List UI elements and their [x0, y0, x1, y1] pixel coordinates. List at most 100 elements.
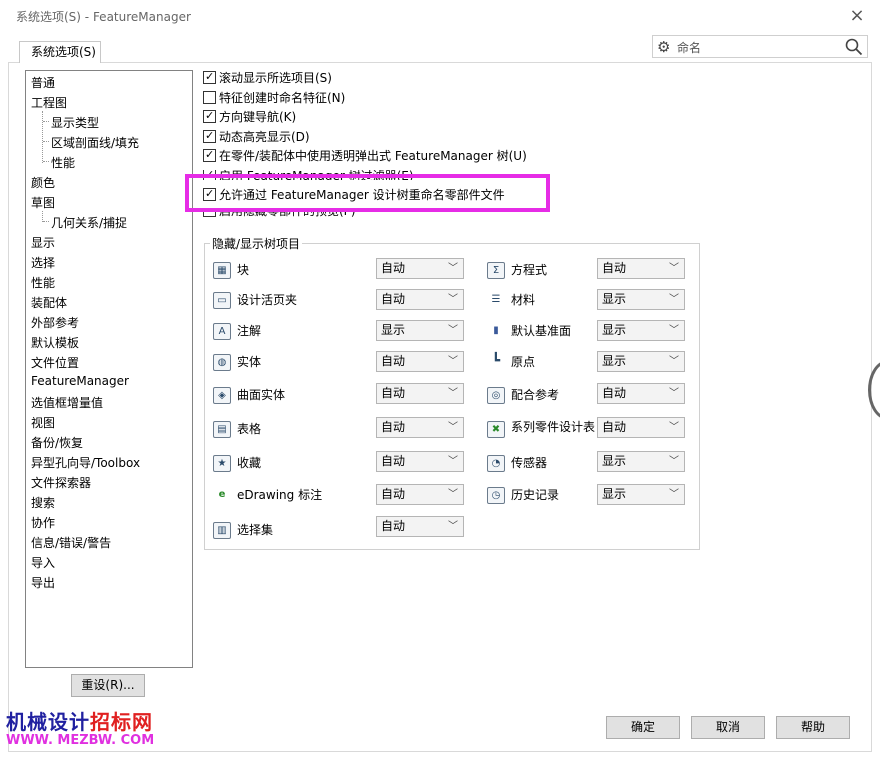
tree-item-file-locations[interactable]: 文件位置 — [31, 354, 79, 371]
tree-item-colors[interactable]: 颜色 — [31, 174, 55, 191]
chevron-down-icon: ﹀ — [669, 294, 679, 305]
search-input[interactable]: ⚙ 命名 — [652, 35, 868, 58]
blocks-select[interactable]: 自动 ﹀ — [376, 258, 464, 279]
tree-connector — [43, 161, 49, 162]
surface-bodies-select[interactable]: 自动 ﹀ — [376, 383, 464, 404]
tree-item-relations-snaps[interactable]: 几何关系/捕捉 — [51, 214, 127, 231]
watermark-line1: 机械设计招标网 — [6, 710, 153, 734]
chevron-down-icon: ﹀ — [669, 456, 679, 467]
chevron-down-icon: ﹀ — [669, 422, 679, 433]
ok-button[interactable]: 确定 — [606, 716, 680, 739]
selection-set-icon: ▥ — [213, 522, 231, 539]
chevron-down-icon: ﹀ — [448, 489, 458, 500]
favorites-select[interactable]: 自动 ﹀ — [376, 451, 464, 472]
chevron-down-icon: ﹀ — [448, 294, 458, 305]
annotations-select[interactable]: 显示 ﹀ — [376, 320, 464, 341]
reset-button[interactable]: 重设(R)... — [71, 674, 145, 697]
tables-select[interactable]: 自动 ﹀ — [376, 417, 464, 438]
checkbox[interactable] — [203, 147, 216, 163]
favorites-icon: ★ — [213, 455, 231, 472]
tree-item-drawings[interactable]: 工程图 — [31, 94, 67, 111]
surface-body-icon: ◈ — [213, 387, 231, 404]
material-select[interactable]: 显示 ﹀ — [597, 289, 685, 310]
tree-item-assemblies[interactable]: 装配体 — [31, 294, 67, 311]
chevron-down-icon: ﹀ — [669, 489, 679, 500]
tree-connector — [43, 121, 49, 122]
tree-item-default-templates[interactable]: 默认模板 — [31, 334, 79, 351]
vis-item-design-table: ✖ 系列零件设计表 — [487, 419, 597, 439]
tree-item-import[interactable]: 导入 — [31, 554, 55, 571]
plane-icon: ▮ — [493, 325, 499, 336]
tree-item-area-hatch[interactable]: 区域剖面线/填充 — [51, 134, 139, 151]
tree-item-file-explorer[interactable]: 文件探索器 — [31, 474, 91, 491]
tree-connector — [43, 221, 49, 222]
default-planes-select[interactable]: 显示 ﹀ — [597, 320, 685, 341]
tree-item-drawing-performance[interactable]: 性能 — [51, 154, 75, 171]
chevron-down-icon: ﹀ — [669, 325, 679, 336]
cancel-button[interactable]: 取消 — [691, 716, 765, 739]
highlight-box — [185, 174, 550, 212]
checkbox[interactable] — [203, 91, 216, 104]
design-binder-select[interactable]: 自动 ﹀ — [376, 289, 464, 310]
chevron-down-icon: ﹀ — [448, 263, 458, 274]
history-select[interactable]: 显示 ﹀ — [597, 484, 685, 505]
close-icon[interactable]: × — [840, 2, 874, 30]
tab-system-options[interactable]: 系统选项(S) — [19, 41, 101, 63]
chevron-down-icon: ﹀ — [448, 388, 458, 399]
solid-body-icon: ◍ — [213, 354, 231, 371]
binder-icon: ▭ — [213, 292, 231, 309]
equation-icon: Σ — [487, 262, 505, 279]
chevron-down-icon: ﹀ — [448, 356, 458, 367]
chevron-down-icon: ﹀ — [669, 356, 679, 367]
selection-sets-select[interactable]: 自动 ﹀ — [376, 516, 464, 537]
table-icon: ▤ — [213, 421, 231, 438]
tree-item-featuremanager[interactable]: FeatureManager — [31, 374, 129, 388]
tree-item-sketch[interactable]: 草图 — [31, 194, 55, 211]
mate-reference-icon: ◎ — [487, 387, 505, 404]
tree-item-collaboration[interactable]: 协作 — [31, 514, 55, 531]
checkbox[interactable] — [203, 69, 216, 85]
title-bar: 系统选项(S) - FeatureManager × — [0, 0, 880, 32]
equations-select[interactable]: 自动 ﹀ — [597, 258, 685, 279]
tree-item-performance[interactable]: 性能 — [31, 274, 55, 291]
origin-select[interactable]: 显示 ﹀ — [597, 351, 685, 372]
tree-item-hole-wizard[interactable]: 异型孔向导/Toolbox — [31, 454, 140, 471]
chevron-down-icon: ﹀ — [448, 325, 458, 336]
tree-item-messages[interactable]: 信息/错误/警告 — [31, 534, 111, 551]
tree-item-view[interactable]: 视图 — [31, 414, 55, 431]
chevron-down-icon: ﹀ — [669, 388, 679, 399]
tree-item-display[interactable]: 显示 — [31, 234, 55, 251]
tree-item-spin-box[interactable]: 选值框增量值 — [31, 394, 103, 411]
tree-item-export[interactable]: 导出 — [31, 574, 55, 591]
solid-bodies-select[interactable]: 自动 ﹀ — [376, 351, 464, 372]
checkbox[interactable] — [203, 128, 216, 144]
tree-item-selection[interactable]: 选择 — [31, 254, 55, 271]
block-icon: ▦ — [213, 262, 231, 279]
origin-icon: ┗ — [491, 353, 501, 369]
option-dynamic-highlight[interactable]: 动态高亮显示(D) — [203, 128, 310, 146]
watermark-line2: WWW. MEZBW. COM — [6, 733, 155, 748]
option-transparent-flyout[interactable]: 在零件/装配体中使用透明弹出式 FeatureManager 树(U) — [203, 147, 527, 165]
tree-item-search[interactable]: 搜索 — [31, 494, 55, 511]
option-arrow-key-navigation[interactable]: 方向键导航(K) — [203, 108, 296, 126]
tree-item-backup[interactable]: 备份/恢复 — [31, 434, 83, 451]
chevron-down-icon: ﹀ — [448, 422, 458, 433]
tree-item-general[interactable]: 普通 — [31, 74, 55, 91]
checkbox[interactable] — [203, 108, 216, 124]
tree-item-display-style[interactable]: 显示类型 — [51, 114, 99, 131]
help-button[interactable]: 帮助 — [776, 716, 850, 739]
design-table-select[interactable]: 自动 ﹀ — [597, 417, 685, 438]
option-name-feature[interactable]: 特征创建时命名特征(N) — [203, 90, 345, 107]
edrawing-select[interactable]: 自动 ﹀ — [376, 484, 464, 505]
mate-references-select[interactable]: 自动 ﹀ — [597, 383, 685, 404]
tree-item-external-references[interactable]: 外部参考 — [31, 314, 79, 331]
tree-connector — [42, 111, 43, 163]
hide-show-group-title: 隐藏/显示树项目 — [210, 235, 303, 252]
tree-connector — [43, 141, 49, 142]
chevron-down-icon: ﹀ — [669, 263, 679, 274]
option-scroll-selected[interactable]: 滚动显示所选项目(S) — [203, 69, 332, 87]
gear-icon[interactable]: ⚙ — [657, 37, 670, 57]
sensors-select[interactable]: 显示 ﹀ — [597, 451, 685, 472]
search-icon[interactable] — [845, 38, 863, 56]
window-title: 系统选项(S) - FeatureManager — [16, 10, 191, 24]
